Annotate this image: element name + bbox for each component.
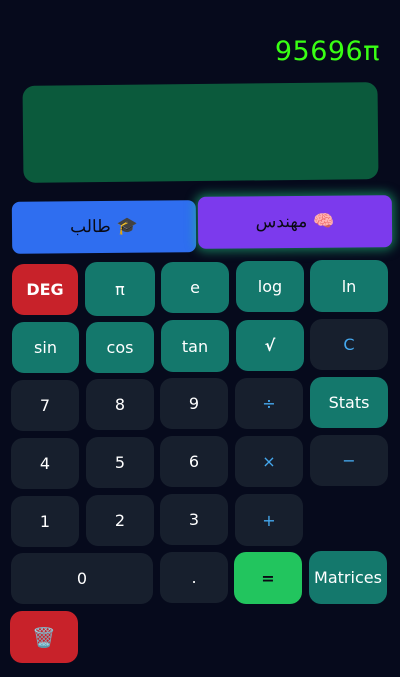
digit-8-button[interactable]: 8 (86, 379, 154, 430)
trash-icon[interactable]: 🗑️ (10, 611, 78, 663)
engineer-mode-button[interactable]: مهندس 🧠 (197, 195, 393, 249)
digit-2-button[interactable]: 2 (86, 495, 154, 546)
digit-0-button[interactable]: 0 (11, 553, 153, 604)
pi-button[interactable]: π (85, 262, 155, 316)
tan-button[interactable]: tan (161, 320, 229, 372)
expression-display: 95696π (274, 36, 380, 67)
digit-9-button[interactable]: 9 (160, 378, 228, 429)
deg-button[interactable]: DEG (12, 264, 78, 315)
mode-engineer-label: مهندس (255, 211, 308, 233)
plus-button[interactable]: + (235, 494, 303, 546)
sqrt-button[interactable]: √ (236, 320, 304, 371)
mode-student-label: طالب (70, 216, 111, 238)
digit-1-button[interactable]: 1 (11, 496, 79, 547)
equals-button[interactable]: = (234, 552, 302, 604)
multiply-button[interactable]: × (235, 436, 303, 487)
clear-button[interactable]: C (310, 319, 388, 370)
sin-button[interactable]: sin (12, 322, 79, 373)
digit-5-button[interactable]: 5 (86, 437, 154, 488)
e-button[interactable]: e (161, 262, 229, 313)
log-button[interactable]: log (236, 261, 304, 312)
graduation-cap-icon: 🎓 (116, 216, 138, 237)
stats-button[interactable]: Stats (310, 377, 388, 428)
ln-button[interactable]: ln (310, 260, 388, 312)
digit-3-button[interactable]: 3 (160, 494, 228, 545)
digit-4-button[interactable]: 4 (11, 438, 79, 489)
student-mode-button[interactable]: طالب 🎓 (11, 200, 197, 254)
cos-button[interactable]: cos (86, 322, 154, 373)
result-display (22, 82, 379, 183)
digit-6-button[interactable]: 6 (160, 436, 228, 487)
brain-icon: 🧠 (313, 211, 335, 232)
divide-button[interactable]: ÷ (235, 378, 303, 429)
decimal-point-button[interactable]: . (160, 552, 228, 603)
matrices-button[interactable]: Matrices (309, 551, 387, 604)
digit-7-button[interactable]: 7 (11, 380, 79, 431)
minus-button[interactable]: − (310, 435, 388, 486)
